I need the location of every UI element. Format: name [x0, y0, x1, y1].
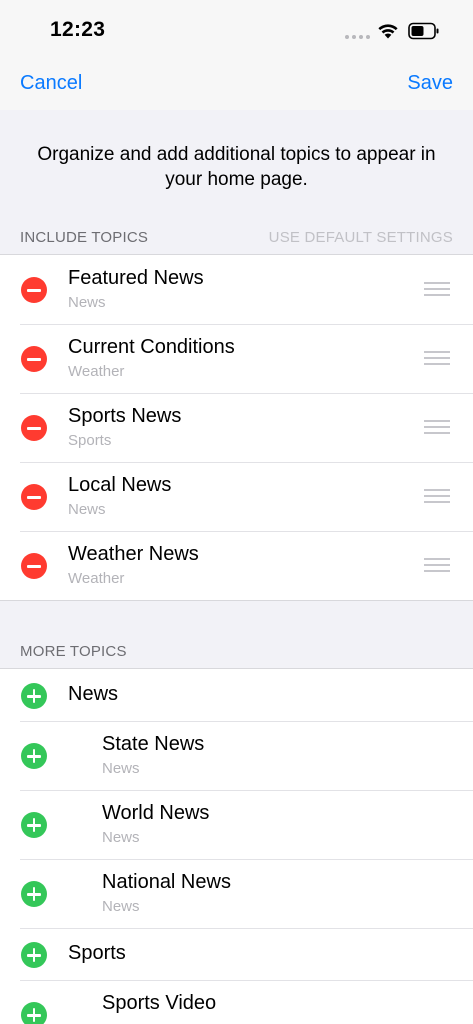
list-item[interactable]: Featured News News [0, 255, 473, 324]
wifi-icon [378, 24, 398, 39]
topic-title: Weather News [68, 543, 199, 565]
list-item[interactable]: News [0, 669, 473, 721]
topic-title: Sports Video [102, 992, 217, 1014]
drag-handle-icon[interactable] [424, 558, 450, 572]
drag-handle-icon[interactable] [424, 489, 450, 503]
include-topics-header: INCLUDE TOPICS USE DEFAULT SETTINGS [20, 229, 453, 246]
remove-icon[interactable] [21, 415, 47, 441]
topic-category: Weather [68, 570, 125, 587]
remove-icon[interactable] [21, 484, 47, 510]
topic-title: Current Conditions [68, 336, 235, 358]
topic-title: National News [102, 871, 231, 893]
add-icon[interactable] [21, 1002, 47, 1024]
remove-icon[interactable] [21, 277, 47, 303]
use-default-settings-button[interactable]: USE DEFAULT SETTINGS [269, 229, 453, 246]
cancel-button[interactable]: Cancel [20, 72, 82, 95]
more-topics-list: News State News News World News News Nat… [0, 668, 473, 1024]
topic-title: Local News [68, 474, 172, 496]
list-item[interactable]: Local News News [0, 462, 473, 531]
more-topics-title: MORE TOPICS [20, 643, 127, 660]
status-time: 12:23 [50, 18, 106, 41]
list-item[interactable]: Weather News Weather [0, 531, 473, 600]
remove-icon[interactable] [21, 553, 47, 579]
add-icon[interactable] [21, 743, 47, 769]
remove-icon[interactable] [21, 346, 47, 372]
list-item[interactable]: National News News [0, 859, 473, 928]
drag-handle-icon[interactable] [424, 420, 450, 434]
topic-title: World News [102, 802, 210, 824]
include-topics-list: Featured News News Current Conditions We… [0, 254, 473, 601]
add-icon[interactable] [21, 881, 47, 907]
add-icon[interactable] [21, 683, 47, 709]
add-icon[interactable] [21, 812, 47, 838]
topic-title: Sports [68, 942, 126, 964]
topic-category: News [102, 760, 140, 777]
topic-category: News [68, 501, 106, 518]
list-item[interactable]: Sports [0, 928, 473, 980]
topic-title: Sports News [68, 405, 182, 427]
list-item[interactable]: Sports Video [0, 980, 473, 1024]
include-topics-title: INCLUDE TOPICS [20, 229, 149, 246]
save-button[interactable]: Save [407, 72, 453, 95]
topic-category: Sports [68, 432, 112, 449]
signal-icon [345, 35, 370, 39]
add-icon[interactable] [21, 942, 47, 968]
status-bar: 12:23 [0, 0, 473, 60]
list-item[interactable]: World News News [0, 790, 473, 859]
topic-category: News [68, 294, 106, 311]
drag-handle-icon[interactable] [424, 351, 450, 365]
topic-title: News [68, 683, 119, 705]
drag-handle-icon[interactable] [424, 282, 450, 296]
topic-category: News [102, 898, 140, 915]
intro-text: Organize and add additional topics to ap… [37, 144, 436, 190]
nav-bar: Cancel Save [0, 60, 473, 110]
list-item[interactable]: Current Conditions Weather [0, 324, 473, 393]
topic-category: News [102, 829, 140, 846]
topic-category: Weather [68, 363, 125, 380]
topic-title: State News [102, 733, 205, 755]
topic-title: Featured News [68, 267, 204, 289]
battery-icon [408, 22, 439, 40]
list-item[interactable]: Sports News Sports [0, 393, 473, 462]
more-topics-header: MORE TOPICS [20, 643, 453, 660]
list-item[interactable]: State News News [0, 721, 473, 790]
screen: 12:23 Cancel Save Organize and add addit… [0, 0, 473, 1024]
